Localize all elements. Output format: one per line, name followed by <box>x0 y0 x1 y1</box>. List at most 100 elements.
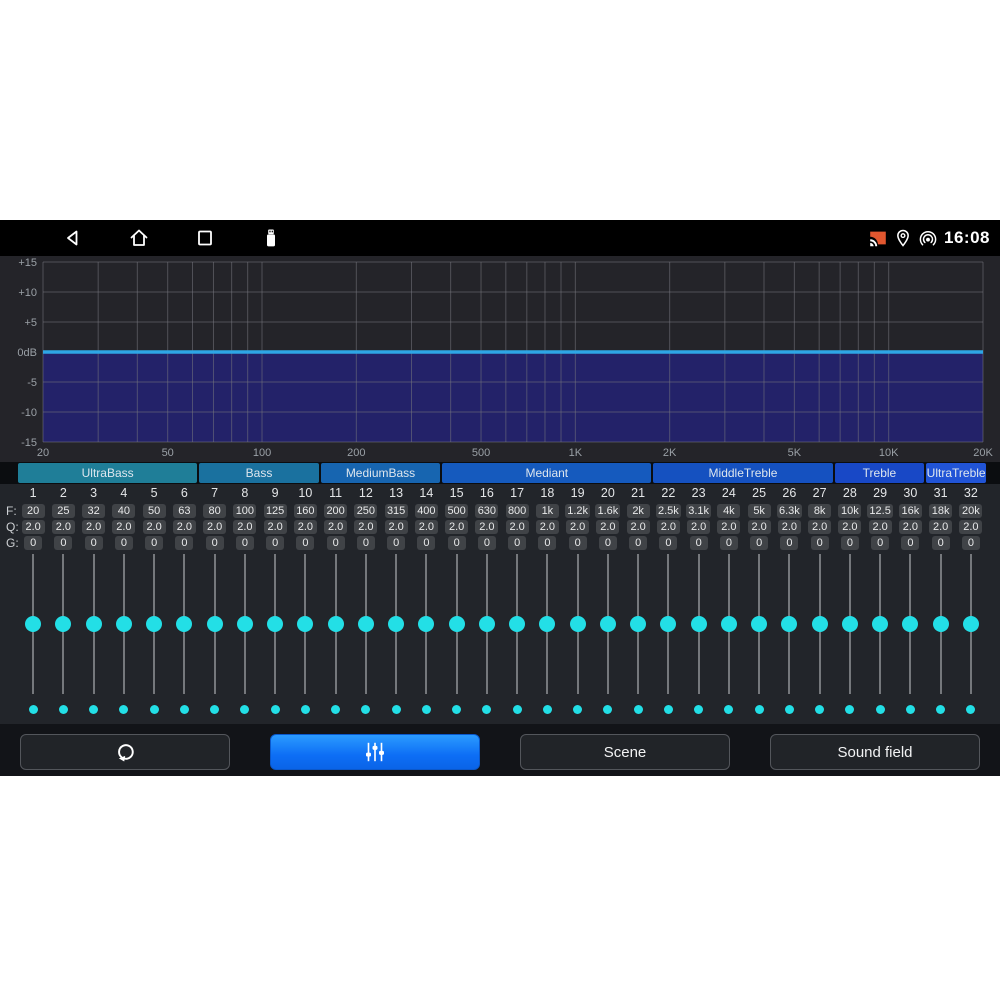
frequency-value-band-3[interactable]: 32 <box>82 504 105 518</box>
q-factor-value-band-25[interactable]: 2.0 <box>748 520 771 534</box>
q-factor-value-band-2[interactable]: 2.0 <box>52 520 75 534</box>
slider-knob[interactable] <box>479 616 495 632</box>
band-group-ultrabass[interactable]: UltraBass <box>18 463 197 483</box>
gain-value-band-8[interactable]: 0 <box>236 536 254 550</box>
gain-value-band-1[interactable]: 0 <box>24 536 42 550</box>
gain-value-band-12[interactable]: 0 <box>357 536 375 550</box>
slider-knob[interactable] <box>237 616 253 632</box>
frequency-value-band-2[interactable]: 25 <box>52 504 75 518</box>
q-factor-value-band-4[interactable]: 2.0 <box>112 520 135 534</box>
gain-value-band-7[interactable]: 0 <box>206 536 224 550</box>
q-factor-value-band-8[interactable]: 2.0 <box>233 520 256 534</box>
q-factor-value-band-10[interactable]: 2.0 <box>294 520 317 534</box>
q-factor-value-band-12[interactable]: 2.0 <box>354 520 377 534</box>
gain-value-band-10[interactable]: 0 <box>296 536 314 550</box>
gain-value-band-32[interactable]: 0 <box>962 536 980 550</box>
q-factor-value-band-27[interactable]: 2.0 <box>808 520 831 534</box>
gain-value-band-22[interactable]: 0 <box>659 536 677 550</box>
gain-slider-band-2[interactable] <box>48 554 78 694</box>
band-group-middletreble[interactable]: MiddleTreble <box>653 463 832 483</box>
recents-icon[interactable] <box>193 226 217 250</box>
slider-knob[interactable] <box>328 616 344 632</box>
slider-knob[interactable] <box>388 616 404 632</box>
q-factor-value-band-21[interactable]: 2.0 <box>627 520 650 534</box>
gain-slider-band-7[interactable] <box>200 554 230 694</box>
gain-slider-band-20[interactable] <box>593 554 623 694</box>
equalizer-button[interactable] <box>270 734 480 770</box>
reset-button[interactable] <box>20 734 230 770</box>
gain-slider-band-14[interactable] <box>411 554 441 694</box>
q-factor-value-band-26[interactable]: 2.0 <box>778 520 801 534</box>
q-factor-value-band-14[interactable]: 2.0 <box>415 520 438 534</box>
gain-value-band-31[interactable]: 0 <box>932 536 950 550</box>
gain-slider-band-11[interactable] <box>321 554 351 694</box>
scene-button[interactable]: Scene <box>520 734 730 770</box>
gain-value-band-4[interactable]: 0 <box>115 536 133 550</box>
q-factor-value-band-20[interactable]: 2.0 <box>596 520 619 534</box>
slider-knob[interactable] <box>691 616 707 632</box>
q-factor-value-band-1[interactable]: 2.0 <box>22 520 45 534</box>
slider-knob[interactable] <box>902 616 918 632</box>
q-factor-value-band-18[interactable]: 2.0 <box>536 520 559 534</box>
frequency-value-band-10[interactable]: 160 <box>294 504 317 518</box>
frequency-value-band-15[interactable]: 500 <box>445 504 468 518</box>
slider-knob[interactable] <box>842 616 858 632</box>
frequency-value-band-32[interactable]: 20k <box>959 504 982 518</box>
gain-slider-band-10[interactable] <box>290 554 320 694</box>
gain-slider-band-22[interactable] <box>653 554 683 694</box>
frequency-value-band-8[interactable]: 100 <box>233 504 256 518</box>
slider-knob[interactable] <box>25 616 41 632</box>
gain-value-band-23[interactable]: 0 <box>690 536 708 550</box>
frequency-value-band-11[interactable]: 200 <box>324 504 347 518</box>
gain-value-band-11[interactable]: 0 <box>327 536 345 550</box>
gain-value-band-5[interactable]: 0 <box>145 536 163 550</box>
frequency-value-band-5[interactable]: 50 <box>143 504 166 518</box>
gain-value-band-25[interactable]: 0 <box>750 536 768 550</box>
frequency-value-band-13[interactable]: 315 <box>385 504 408 518</box>
gain-value-band-20[interactable]: 0 <box>599 536 617 550</box>
slider-knob[interactable] <box>176 616 192 632</box>
gain-value-band-18[interactable]: 0 <box>538 536 556 550</box>
frequency-value-band-12[interactable]: 250 <box>354 504 377 518</box>
gain-value-band-15[interactable]: 0 <box>448 536 466 550</box>
gain-value-band-21[interactable]: 0 <box>629 536 647 550</box>
q-factor-value-band-24[interactable]: 2.0 <box>717 520 740 534</box>
q-factor-value-band-31[interactable]: 2.0 <box>929 520 952 534</box>
slider-knob[interactable] <box>721 616 737 632</box>
gain-slider-band-18[interactable] <box>532 554 562 694</box>
q-factor-value-band-13[interactable]: 2.0 <box>385 520 408 534</box>
frequency-value-band-6[interactable]: 63 <box>173 504 196 518</box>
gain-value-band-17[interactable]: 0 <box>508 536 526 550</box>
frequency-value-band-18[interactable]: 1k <box>536 504 559 518</box>
band-group-mediumbass[interactable]: MediumBass <box>321 463 441 483</box>
frequency-value-band-14[interactable]: 400 <box>415 504 438 518</box>
gain-slider-band-19[interactable] <box>563 554 593 694</box>
gain-value-band-14[interactable]: 0 <box>417 536 435 550</box>
q-factor-value-band-29[interactable]: 2.0 <box>869 520 892 534</box>
frequency-value-band-28[interactable]: 10k <box>838 504 861 518</box>
q-factor-value-band-11[interactable]: 2.0 <box>324 520 347 534</box>
sound-field-button[interactable]: Sound field <box>770 734 980 770</box>
gain-slider-band-6[interactable] <box>169 554 199 694</box>
gain-value-band-19[interactable]: 0 <box>569 536 587 550</box>
slider-knob[interactable] <box>812 616 828 632</box>
gain-slider-band-28[interactable] <box>835 554 865 694</box>
gain-slider-band-3[interactable] <box>79 554 109 694</box>
slider-knob[interactable] <box>267 616 283 632</box>
gain-value-band-13[interactable]: 0 <box>387 536 405 550</box>
q-factor-value-band-19[interactable]: 2.0 <box>566 520 589 534</box>
frequency-value-band-23[interactable]: 3.1k <box>686 504 711 518</box>
back-icon[interactable] <box>61 226 85 250</box>
slider-knob[interactable] <box>963 616 979 632</box>
slider-knob[interactable] <box>297 616 313 632</box>
gain-value-band-9[interactable]: 0 <box>266 536 284 550</box>
gain-value-band-3[interactable]: 0 <box>85 536 103 550</box>
band-group-ultratreble[interactable]: UltraTreble <box>926 463 986 483</box>
frequency-value-band-17[interactable]: 800 <box>506 504 529 518</box>
gain-slider-band-4[interactable] <box>109 554 139 694</box>
frequency-value-band-31[interactable]: 18k <box>929 504 952 518</box>
gain-slider-band-30[interactable] <box>895 554 925 694</box>
band-group-mediant[interactable]: Mediant <box>442 463 651 483</box>
frequency-value-band-22[interactable]: 2.5k <box>656 504 681 518</box>
gain-slider-band-27[interactable] <box>805 554 835 694</box>
